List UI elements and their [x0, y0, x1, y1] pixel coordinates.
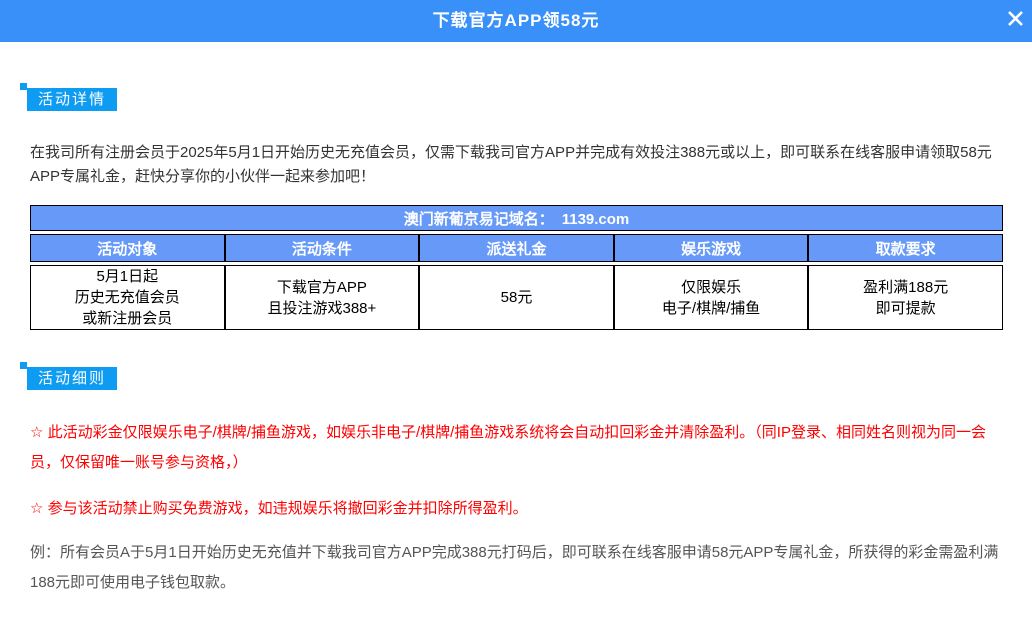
rule-item-1: ☆ 此活动彩金仅限娱乐电子/棋牌/捕鱼游戏，如娱乐非电子/棋牌/捕鱼游戏系统将会… — [30, 418, 1010, 478]
table-header-row: 活动对象 活动条件 派送礼金 娱乐游戏 取款要求 — [30, 234, 1003, 262]
cell-line: 或新注册会员 — [31, 308, 224, 329]
cell-line: 历史无充值会员 — [31, 287, 224, 308]
example-text: 例：所有会员A于5月1日开始历史无充值并下载我司官方APP完成388元打码后，即… — [30, 538, 1010, 598]
close-button[interactable] — [1002, 5, 1028, 31]
cell-line: 仅限娱乐 — [615, 277, 808, 298]
details-badge-label: 活动详情 — [27, 88, 117, 111]
cell-line: 下载官方APP — [226, 277, 419, 298]
table-title-prefix: 澳门新葡京易记域名： — [404, 211, 554, 228]
col-header-condition: 活动条件 — [225, 234, 420, 262]
col-header-audience: 活动对象 — [30, 234, 225, 262]
cell-line: 电子/棋牌/捕鱼 — [615, 298, 808, 319]
cell-line: 即可提款 — [809, 298, 1002, 319]
section-badge-rules: 活动细则 — [20, 362, 1002, 390]
cell-audience: 5月1日起 历史无充值会员 或新注册会员 — [30, 265, 225, 330]
cell-condition: 下载官方APP 且投注游戏388+ — [225, 265, 420, 330]
badge-corner-decoration — [20, 83, 27, 90]
modal-titlebar: 下载官方APP领58元 — [0, 0, 1032, 42]
rules-badge-label: 活动细则 — [27, 367, 117, 390]
close-icon — [1007, 10, 1024, 27]
col-header-games: 娱乐游戏 — [614, 234, 809, 262]
modal-title: 下载官方APP领58元 — [433, 6, 600, 31]
promo-description: 在我司所有注册会员于2025年5月1日开始历史无充值会员，仅需下载我司官方APP… — [30, 141, 1005, 189]
cell-line: 盈利满188元 — [809, 277, 1002, 298]
cell-withdrawal: 盈利满188元 即可提款 — [808, 265, 1003, 330]
rule-item-2: ☆ 参与该活动禁止购买免费游戏，如违规娱乐将撤回彩金并扣除所得盈利。 — [30, 494, 1010, 524]
promo-modal: 下载官方APP领58元 活动详情 在我司所有注册会员于2025年5月1日开始历史… — [0, 0, 1032, 598]
table-domain: 1139.com — [562, 211, 630, 228]
cell-line: 5月1日起 — [31, 266, 224, 287]
badge-corner-decoration — [20, 362, 27, 369]
promo-table: 澳门新葡京易记域名： 1139.com 活动对象 活动条件 派送礼金 娱乐游戏 取… — [30, 202, 1003, 333]
table-data-row: 5月1日起 历史无充值会员 或新注册会员 下载官方APP 且投注游戏388+ 5… — [30, 265, 1003, 330]
cell-bonus: 58元 — [419, 265, 614, 330]
modal-content: 活动详情 在我司所有注册会员于2025年5月1日开始历史无充值会员，仅需下载我司… — [0, 83, 1032, 598]
table-title-row: 澳门新葡京易记域名： 1139.com — [30, 205, 1003, 231]
col-header-withdrawal: 取款要求 — [808, 234, 1003, 262]
cell-games: 仅限娱乐 电子/棋牌/捕鱼 — [614, 265, 809, 330]
section-badge-details: 活动详情 — [20, 83, 1002, 111]
col-header-bonus: 派送礼金 — [419, 234, 614, 262]
cell-line: 58元 — [420, 287, 613, 308]
table-title-cell: 澳门新葡京易记域名： 1139.com — [30, 205, 1003, 231]
cell-line: 且投注游戏388+ — [226, 298, 419, 319]
